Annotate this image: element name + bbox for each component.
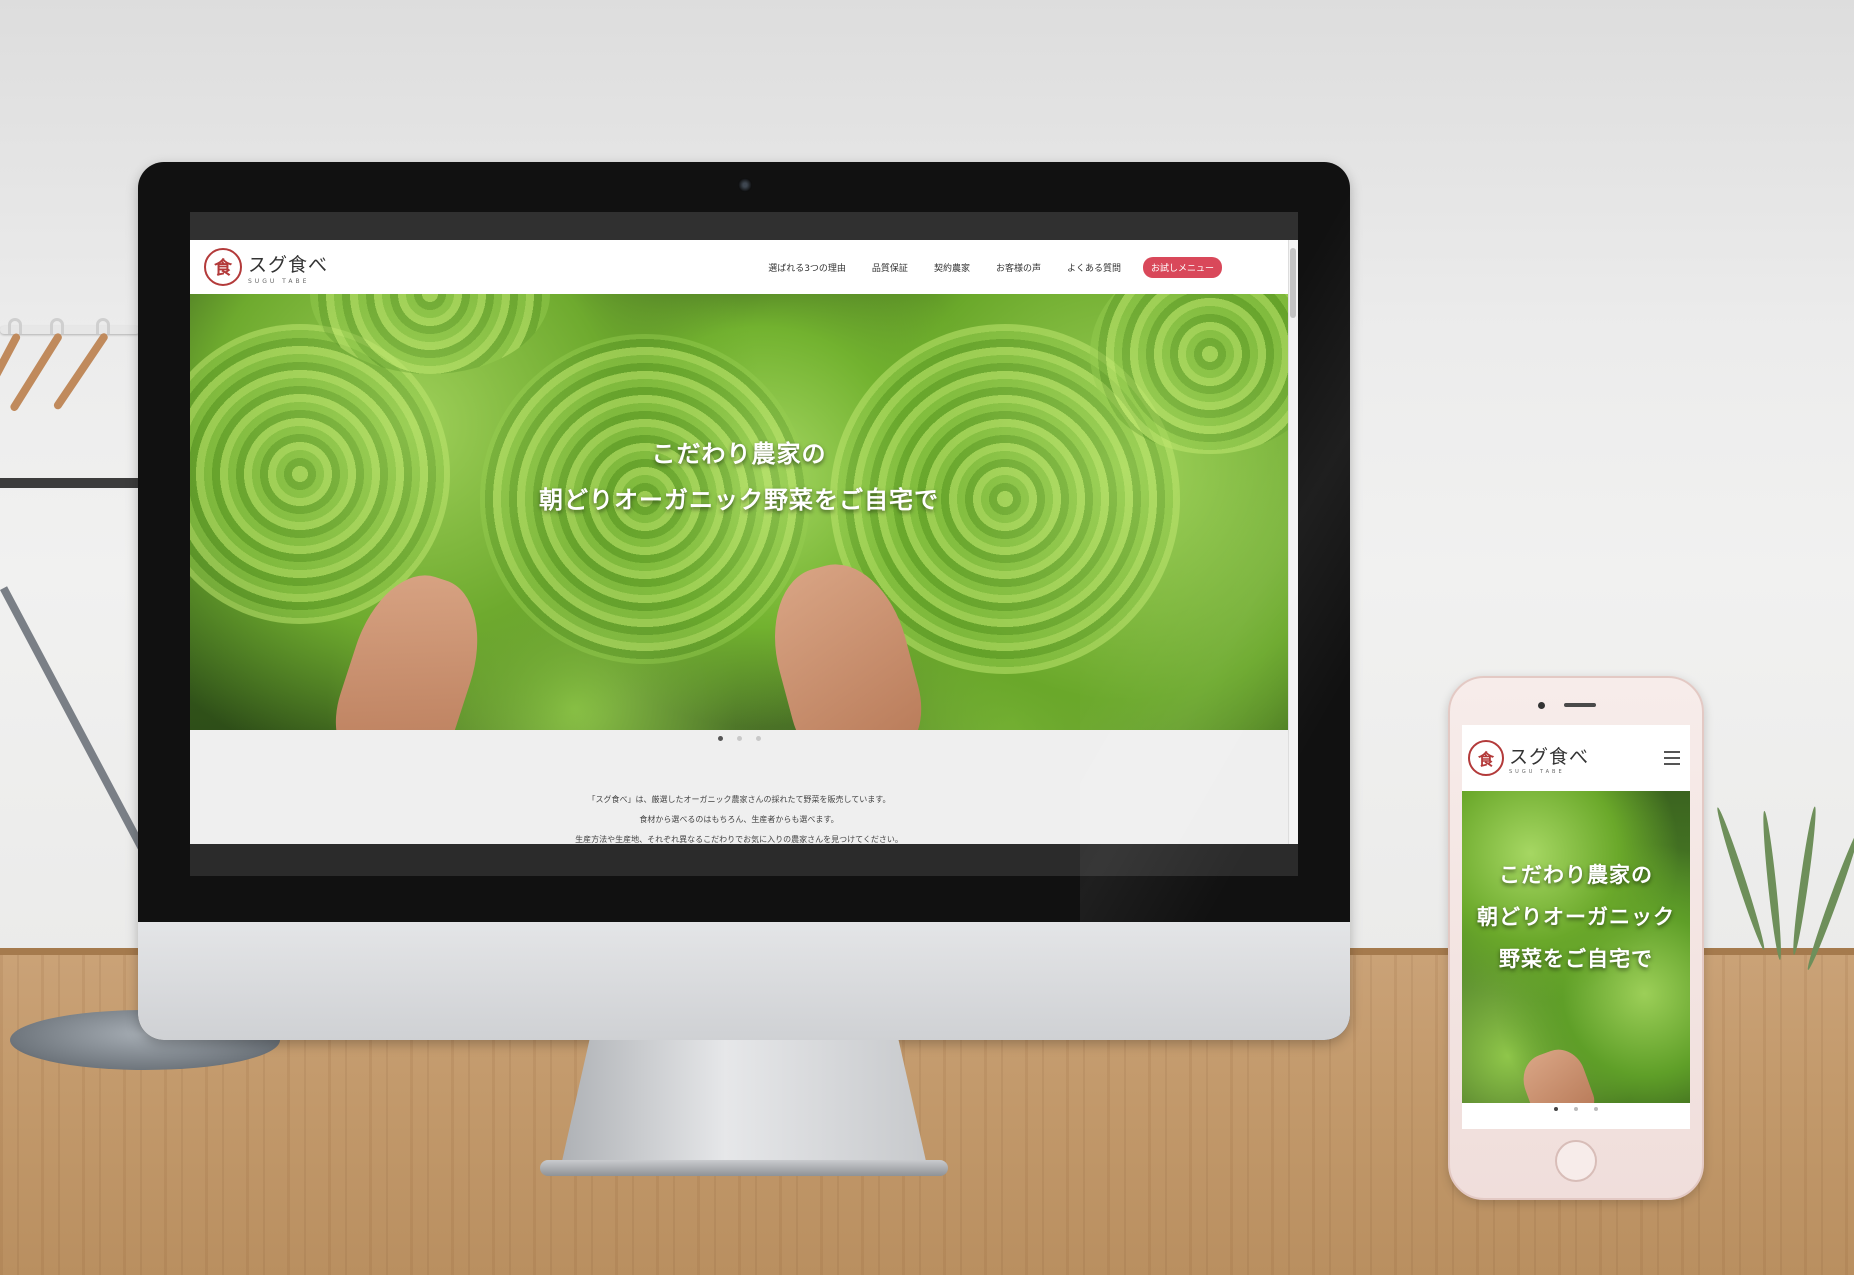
browser-chrome <box>190 212 1298 240</box>
site-header: 食 スグ食べ SUGU TABE 選ばれる3つの理由 品質保証 契約農家 お客様… <box>190 240 1288 294</box>
screen-bottom-bar <box>190 844 1298 876</box>
logo-name: スグ食べ <box>1509 745 1590 768</box>
intro-line: 食材から選べるのはもちろん、生産者からも選べます。 <box>639 815 839 824</box>
mobile-hero-slider[interactable]: こだわり農家の 朝どりオーガニック 野菜をご自宅で <box>1462 791 1690 1103</box>
camera-icon <box>738 178 752 192</box>
imac-stand-foot <box>540 1160 948 1176</box>
logo-subtitle: SUGU TABE <box>248 277 310 285</box>
phone-speaker <box>1564 703 1596 707</box>
logo-subtitle: SUGU TABE <box>1509 768 1565 775</box>
slider-dots <box>190 736 1288 741</box>
scrollbar-thumb[interactable] <box>1290 248 1296 318</box>
main-nav: 選ばれる3つの理由 品質保証 契約農家 お客様の声 よくある質問 お試しメニュー <box>742 256 1222 278</box>
site-logo[interactable]: 食 スグ食べ SUGU TABE <box>204 248 328 286</box>
hero-headline-line2: 朝どりオーガニック <box>1477 905 1675 929</box>
nav-item-quality[interactable]: 品質保証 <box>872 261 908 274</box>
imac-stand <box>560 1040 928 1170</box>
hamburger-icon[interactable] <box>1664 749 1680 767</box>
nav-item-reasons[interactable]: 選ばれる3つの理由 <box>768 261 846 274</box>
hanger-hook <box>50 318 64 334</box>
desktop-screen: 食 スグ食べ SUGU TABE 選ばれる3つの理由 品質保証 契約農家 お客様… <box>190 212 1298 876</box>
mobile-screen: 食 スグ食べ SUGU TABE こだわり農家の 朝どりオーガニック 野菜をご自… <box>1462 725 1690 1129</box>
mobile-slider-dots <box>1462 1107 1690 1111</box>
slider-dot[interactable] <box>755 736 761 741</box>
hero-headline-line1: こだわり農家の <box>651 440 827 468</box>
nav-item-faq[interactable]: よくある質問 <box>1067 261 1121 274</box>
home-button[interactable] <box>1555 1140 1597 1182</box>
hanger-hook <box>96 318 110 334</box>
front-camera-icon <box>1538 702 1545 709</box>
rack-shelf <box>0 478 150 488</box>
slider-dot[interactable] <box>717 736 723 741</box>
hand-image <box>1515 1042 1599 1103</box>
logo-text: スグ食べ SUGU TABE <box>248 250 328 285</box>
hero-slider[interactable]: こだわり農家の 朝どりオーガニック野菜をご自宅で <box>190 294 1288 730</box>
hero-headline-line1: こだわり農家の <box>1499 863 1653 887</box>
logo-name: スグ食べ <box>248 253 329 276</box>
hanger-hook <box>8 318 22 334</box>
logo-seal-icon: 食 <box>204 248 242 286</box>
page-scrollbar[interactable] <box>1288 240 1298 844</box>
imac-chin <box>138 922 1350 1040</box>
logo-seal-icon[interactable]: 食 <box>1468 740 1504 776</box>
desktop-website: 食 スグ食べ SUGU TABE 選ばれる3つの理由 品質保証 契約農家 お客様… <box>190 240 1298 876</box>
nav-item-farmers[interactable]: 契約農家 <box>934 261 970 274</box>
trial-menu-button[interactable]: お試しメニュー <box>1142 256 1222 278</box>
intro-line: 「スグ食べ」は、厳選したオーガニック農家さんの採れたて野菜を販売しています。 <box>587 795 891 804</box>
slider-dot[interactable] <box>1554 1107 1558 1111</box>
slider-dot[interactable] <box>1574 1107 1578 1111</box>
nav-item-voices[interactable]: お客様の声 <box>996 261 1041 274</box>
slider-dot[interactable] <box>736 736 742 741</box>
hero-headline-line2: 朝どりオーガニック野菜をご自宅で <box>539 486 939 514</box>
mobile-logo-text: スグ食べ SUGU TABE <box>1509 742 1589 775</box>
mobile-header: 食 スグ食べ SUGU TABE <box>1462 725 1690 791</box>
slider-dot[interactable] <box>1594 1107 1598 1111</box>
hero-headline-line3: 野菜をご自宅で <box>1499 947 1653 971</box>
